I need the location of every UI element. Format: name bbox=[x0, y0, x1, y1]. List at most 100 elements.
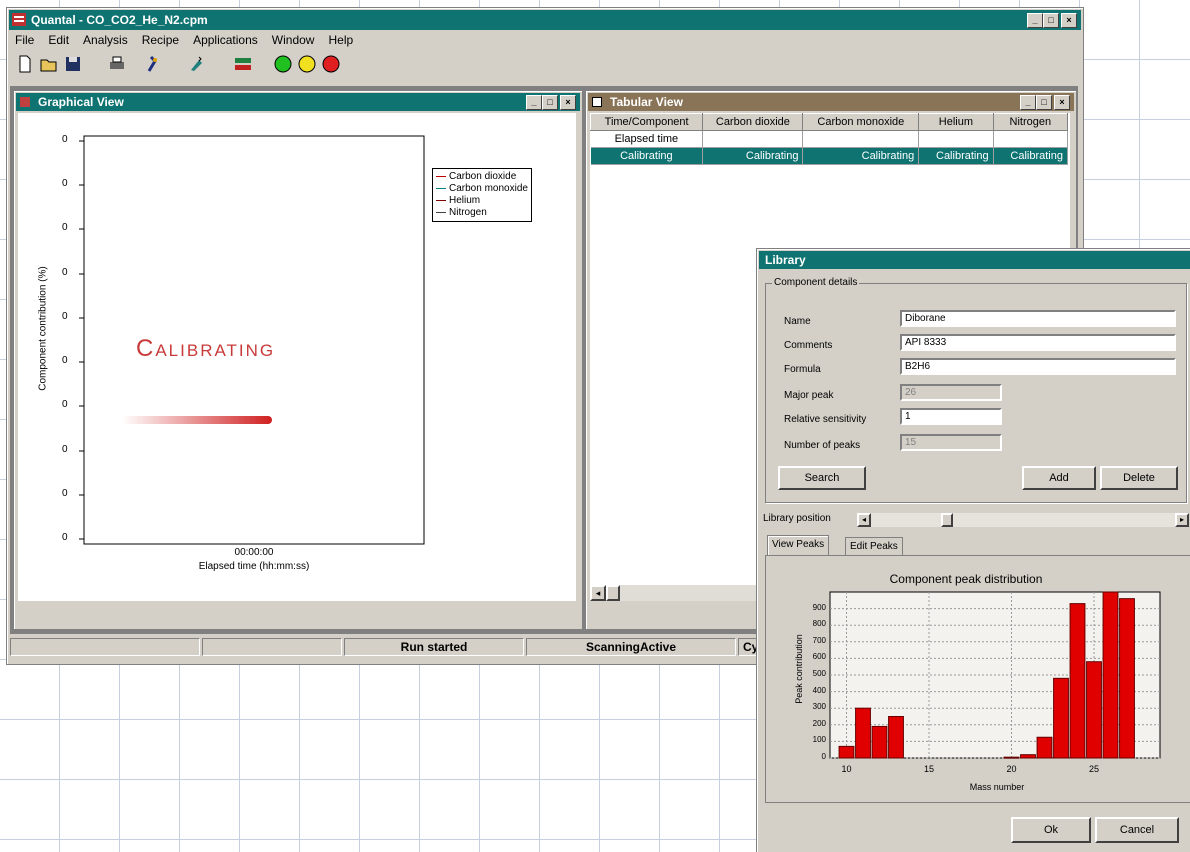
formula-label: Formula bbox=[784, 364, 821, 375]
menu-applications[interactable]: Applications bbox=[193, 31, 258, 49]
y-tick-label: 200 bbox=[812, 718, 826, 728]
y-tick-label: 0 bbox=[62, 134, 68, 145]
table-cell: Calibrating bbox=[993, 147, 1069, 165]
delete-button[interactable]: Delete bbox=[1100, 466, 1178, 490]
legend-swatch bbox=[436, 175, 446, 177]
add-button[interactable]: Add bbox=[1022, 466, 1096, 490]
search-button[interactable]: Search bbox=[778, 466, 866, 490]
window-icon bbox=[20, 97, 30, 107]
ok-button[interactable]: Ok bbox=[1011, 817, 1091, 843]
minimize-icon[interactable]: _ bbox=[1020, 95, 1036, 110]
new-icon[interactable] bbox=[15, 54, 35, 74]
column-header[interactable]: Carbon dioxide bbox=[702, 113, 804, 131]
comments-field[interactable]: API 8333 bbox=[900, 334, 1176, 351]
minimize-icon[interactable]: _ bbox=[526, 95, 542, 110]
cancel-button[interactable]: Cancel bbox=[1095, 817, 1179, 843]
y-tick-label: 0 bbox=[62, 532, 68, 543]
slider-right-arrow[interactable]: ▸ bbox=[1175, 513, 1189, 527]
x-tick-label: 15 bbox=[923, 764, 934, 774]
peak-x-axis-label: Mass number bbox=[969, 782, 1025, 792]
save-icon[interactable] bbox=[63, 54, 83, 74]
table-cell bbox=[702, 130, 804, 148]
peak-bar bbox=[888, 716, 904, 759]
library-position-slider[interactable]: ◂ ▸ bbox=[857, 513, 1189, 527]
formula-field[interactable]: B2H6 bbox=[900, 358, 1176, 375]
slider-left-arrow[interactable]: ◂ bbox=[857, 513, 871, 527]
data-table: Time/Component Carbon dioxide Carbon mon… bbox=[589, 113, 1069, 165]
status-run: Run started bbox=[344, 638, 524, 656]
column-header[interactable]: Time/Component bbox=[589, 113, 704, 131]
legend-item: Helium bbox=[436, 195, 528, 207]
peak-bar bbox=[1102, 591, 1119, 759]
y-axis-label: Component contribution (%) bbox=[37, 266, 49, 391]
y-tick-label: 100 bbox=[812, 735, 826, 745]
table-cell bbox=[993, 130, 1069, 148]
graph-canvas: 0 0 0 0 0 0 0 0 0 0 Component contribution (%) 00… bbox=[18, 113, 576, 601]
table-cell: Elapsed time bbox=[590, 130, 704, 148]
menu-recipe[interactable]: Recipe bbox=[142, 31, 179, 49]
red-light-icon[interactable] bbox=[321, 54, 341, 74]
status-empty-2 bbox=[202, 638, 342, 656]
table-icon bbox=[592, 97, 602, 107]
y-tick-label: 700 bbox=[812, 635, 826, 645]
peak-bar bbox=[855, 707, 871, 759]
legend-item: Carbon monoxide bbox=[436, 183, 528, 195]
monitor-icon[interactable] bbox=[233, 54, 253, 74]
main-title-bar: Quantal - CO_CO2_He_N2.cpm _ □ × bbox=[9, 10, 1081, 30]
y-tick-label: 0 bbox=[62, 267, 68, 278]
peak-bar bbox=[1020, 754, 1036, 759]
legend-swatch bbox=[436, 187, 446, 189]
number-of-peaks-field: 15 bbox=[900, 434, 1002, 451]
scroll-thumb[interactable] bbox=[606, 585, 620, 601]
table-row-selected[interactable]: Calibrating Calibrating Calibrating Cali… bbox=[590, 147, 1069, 165]
y-tick-label: 0 bbox=[62, 178, 68, 189]
x-axis-label: Elapsed time (hh:mm:ss) bbox=[198, 561, 310, 572]
library-title: Library bbox=[765, 253, 806, 267]
maximize-icon[interactable]: □ bbox=[1043, 13, 1059, 28]
library-position-label: Library position bbox=[763, 513, 831, 524]
x-tick-label: 10 bbox=[841, 764, 852, 774]
group-label: Component details bbox=[772, 277, 860, 288]
slider-thumb[interactable] bbox=[941, 513, 954, 527]
menu-analysis[interactable]: Analysis bbox=[83, 31, 128, 49]
open-icon[interactable] bbox=[39, 54, 59, 74]
scroll-left-arrow[interactable]: ◂ bbox=[590, 585, 606, 601]
minimize-icon[interactable]: _ bbox=[1027, 13, 1043, 28]
peak-bar bbox=[871, 725, 888, 759]
tab-edit-peaks[interactable]: Edit Peaks bbox=[845, 537, 903, 556]
table-row[interactable]: Elapsed time bbox=[590, 130, 1069, 148]
maximize-icon[interactable]: □ bbox=[542, 95, 558, 110]
yellow-light-icon[interactable] bbox=[297, 54, 317, 74]
maximize-icon[interactable]: □ bbox=[1036, 95, 1052, 110]
calibrating-overlay: Calibrating bbox=[136, 335, 276, 362]
status-empty-1 bbox=[10, 638, 200, 656]
x-tick-label: 25 bbox=[1088, 764, 1099, 774]
legend-label: Helium bbox=[449, 195, 481, 206]
tab-view-peaks[interactable]: View Peaks bbox=[767, 535, 830, 556]
y-tick-label: 0 bbox=[62, 444, 68, 455]
y-tick-label: 0 bbox=[62, 488, 68, 499]
green-light-icon[interactable] bbox=[273, 54, 293, 74]
close-icon[interactable]: × bbox=[1061, 13, 1077, 28]
close-icon[interactable]: × bbox=[1054, 95, 1070, 110]
y-tick-label: 600 bbox=[812, 652, 826, 662]
wizard-icon[interactable] bbox=[187, 54, 207, 74]
menu-file[interactable]: File bbox=[15, 31, 34, 49]
menu-edit[interactable]: Edit bbox=[48, 31, 69, 49]
legend-label: Nitrogen bbox=[449, 207, 487, 218]
graphical-view-window: Graphical View _ □ × 0 0 0 0 0 0 0 0 0 0 Componen… bbox=[13, 90, 583, 630]
menu-bar: File Edit Analysis Recipe Applications W… bbox=[11, 31, 353, 49]
column-header[interactable]: Nitrogen bbox=[992, 113, 1069, 131]
tune-icon[interactable] bbox=[143, 54, 163, 74]
menu-help[interactable]: Help bbox=[328, 31, 353, 49]
print-icon[interactable] bbox=[107, 54, 127, 74]
column-header[interactable]: Carbon monoxide bbox=[802, 113, 920, 131]
graphical-view-title-bar: Graphical View _ □ × bbox=[16, 93, 580, 111]
relative-sensitivity-field[interactable]: 1 bbox=[900, 408, 1002, 425]
menu-window[interactable]: Window bbox=[272, 31, 315, 49]
main-title: Quantal - CO_CO2_He_N2.cpm bbox=[31, 13, 208, 27]
close-icon[interactable]: × bbox=[560, 95, 576, 110]
app-icon bbox=[12, 13, 26, 26]
column-header[interactable]: Helium bbox=[918, 113, 994, 131]
name-field[interactable]: Diborane bbox=[900, 310, 1176, 327]
